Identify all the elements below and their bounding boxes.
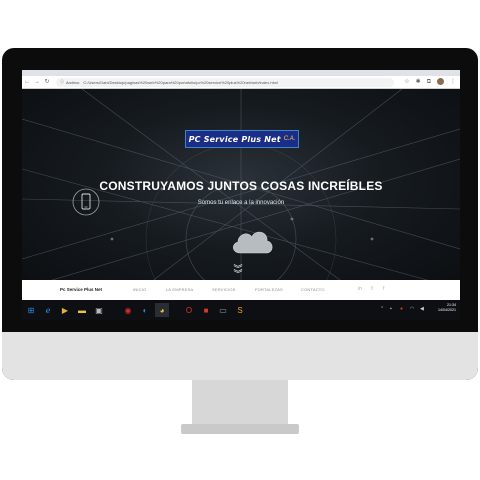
app-icon[interactable]: ▣ xyxy=(92,303,106,317)
windows-start-icon[interactable]: ⊞ xyxy=(24,303,38,317)
facebook-icon[interactable]: f xyxy=(383,286,384,292)
menu-icon[interactable]: ⋮ xyxy=(450,76,456,88)
windows-taskbar: ⊞ ℯ ▶ ▬ ▣ ◉ ◐ ◕ O ■ ▭ S ⌃ ▪ ● ◠ ◀ 21:34 … xyxy=(22,300,460,320)
nav-item-inicio[interactable]: INICIO xyxy=(133,287,146,292)
monitor-stand-neck xyxy=(192,380,288,426)
forward-icon[interactable]: → xyxy=(32,76,42,88)
nav-item-servicios[interactable]: SERVICIOS xyxy=(212,287,236,292)
opera-icon[interactable]: O xyxy=(182,303,196,317)
star-icon[interactable]: ☆ xyxy=(404,76,409,88)
site-brand[interactable]: Pc Service Plus Net xyxy=(60,287,102,292)
back-icon[interactable]: ← xyxy=(22,76,32,88)
reload-icon[interactable]: ↻ xyxy=(42,76,52,88)
clock-date: 14/04/2021 xyxy=(438,308,456,312)
network-icon[interactable]: ▪ xyxy=(390,306,392,312)
url-field[interactable]: ⓘ Archivo C:/Users/Gabi/Desktop/paginas%… xyxy=(56,77,394,87)
info-icon: ⓘ xyxy=(60,79,64,84)
browser-address-bar: ← → ↻ ⓘ Archivo C:/Users/Gabi/Desktop/pa… xyxy=(22,76,460,89)
monitor-screen: ← → ↻ ⓘ Archivo C:/Users/Gabi/Desktop/pa… xyxy=(22,70,460,320)
app-red-icon[interactable]: ■ xyxy=(199,303,213,317)
notification-badge-icon[interactable]: ● xyxy=(400,306,403,312)
smartphone-icon xyxy=(72,188,100,216)
logo-suffix: C.A. xyxy=(283,136,296,142)
url-scheme-label: Archivo xyxy=(66,79,80,85)
terminal-icon[interactable]: ▭ xyxy=(216,303,230,317)
chrome-icon[interactable]: ◕ xyxy=(155,303,169,317)
internet-explorer-icon[interactable]: ℯ xyxy=(41,303,55,317)
linkedin-icon[interactable]: in xyxy=(358,286,362,292)
wifi-icon[interactable]: ◠ xyxy=(410,306,414,312)
monitor-chin xyxy=(2,332,478,380)
edge-icon[interactable]: ◐ xyxy=(138,303,152,317)
twitter-icon[interactable]: 𝕥 xyxy=(371,286,373,292)
sublime-icon[interactable]: S xyxy=(233,303,247,317)
logo-text: PC Service Plus Net xyxy=(188,134,281,144)
cloud-icon xyxy=(233,231,273,254)
extension-icon[interactable]: ✱ xyxy=(416,76,421,88)
company-logo[interactable]: PC Service Plus Net C.A. xyxy=(185,130,299,148)
chevron-up-icon[interactable]: ⌃ xyxy=(380,306,384,312)
url-text: C:/Users/Gabi/Desktop/paginas%20web%20pa… xyxy=(83,79,278,85)
taskbar-clock[interactable]: 21:34 14/04/2021 xyxy=(438,303,456,313)
file-explorer-icon[interactable]: ▬ xyxy=(75,303,89,317)
nav-item-contacto[interactable]: CONTACTO xyxy=(301,287,325,292)
monitor-stand-foot xyxy=(181,424,299,434)
puzzle-icon[interactable]: ⧉ xyxy=(427,76,431,88)
profile-avatar[interactable] xyxy=(437,78,444,85)
speaker-icon[interactable]: ◀ xyxy=(420,306,424,312)
nav-item-fortalezas[interactable]: FORTALEZAS xyxy=(255,287,283,292)
nav-item-la-empresa[interactable]: LA EMPRESA xyxy=(166,287,193,292)
security-app-icon[interactable]: ◉ xyxy=(121,303,135,317)
hero-section: PC Service Plus Net C.A. CONSTRUYAMOS JU… xyxy=(22,89,460,289)
site-navbar: Pc Service Plus Net INICIO LA EMPRESA SE… xyxy=(22,280,460,300)
media-player-icon[interactable]: ▶ xyxy=(58,303,72,317)
scroll-down-icon[interactable]: ︾ ︾ xyxy=(231,265,245,279)
